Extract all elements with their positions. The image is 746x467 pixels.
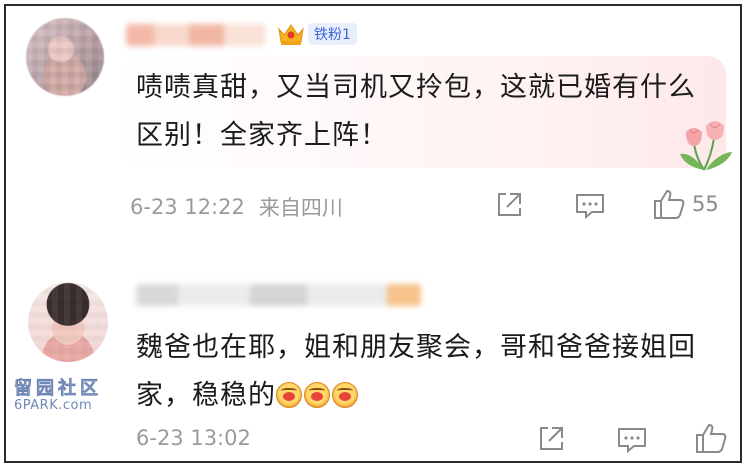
comment-text: 魏爸也在耶，姐和朋友聚会，哥和爸爸接姐回家，稳稳的 <box>136 324 696 420</box>
comment-icon <box>618 428 646 454</box>
comment-list: 铁粉1 啧啧真甜，又当司机又拎包，这就已婚有什么区别！全家齐上阵！ 6-23 1… <box>4 4 742 463</box>
comment-meta: 6-23 13:02 <box>136 426 251 450</box>
heart-eyes-emoji-icon <box>304 382 330 408</box>
username-blurred[interactable] <box>136 284 421 306</box>
share-button[interactable] <box>536 424 566 454</box>
reply-button[interactable] <box>616 426 648 454</box>
heart-eyes-emoji-icon <box>332 382 358 408</box>
share-icon <box>540 427 563 450</box>
thumbs-up-icon <box>696 423 727 453</box>
like-button[interactable] <box>694 422 728 454</box>
comment-date: 6-23 13:02 <box>136 426 251 450</box>
heart-eyes-emoji-icon <box>276 382 302 408</box>
comment-item: 魏爸也在耶，姐和朋友聚会，哥和爸爸接姐回家，稳稳的 6-23 13:02 <box>6 6 740 454</box>
watermark-line1: 留园社区 <box>14 378 102 400</box>
avatar[interactable] <box>28 282 108 362</box>
watermark-line2: 6PARK.com <box>14 398 93 413</box>
comment-text-content: 魏爸也在耶，姐和朋友聚会，哥和爸爸接姐回家，稳稳的 <box>136 332 696 411</box>
watermark: 留园社区 6PARK.com <box>14 374 124 413</box>
